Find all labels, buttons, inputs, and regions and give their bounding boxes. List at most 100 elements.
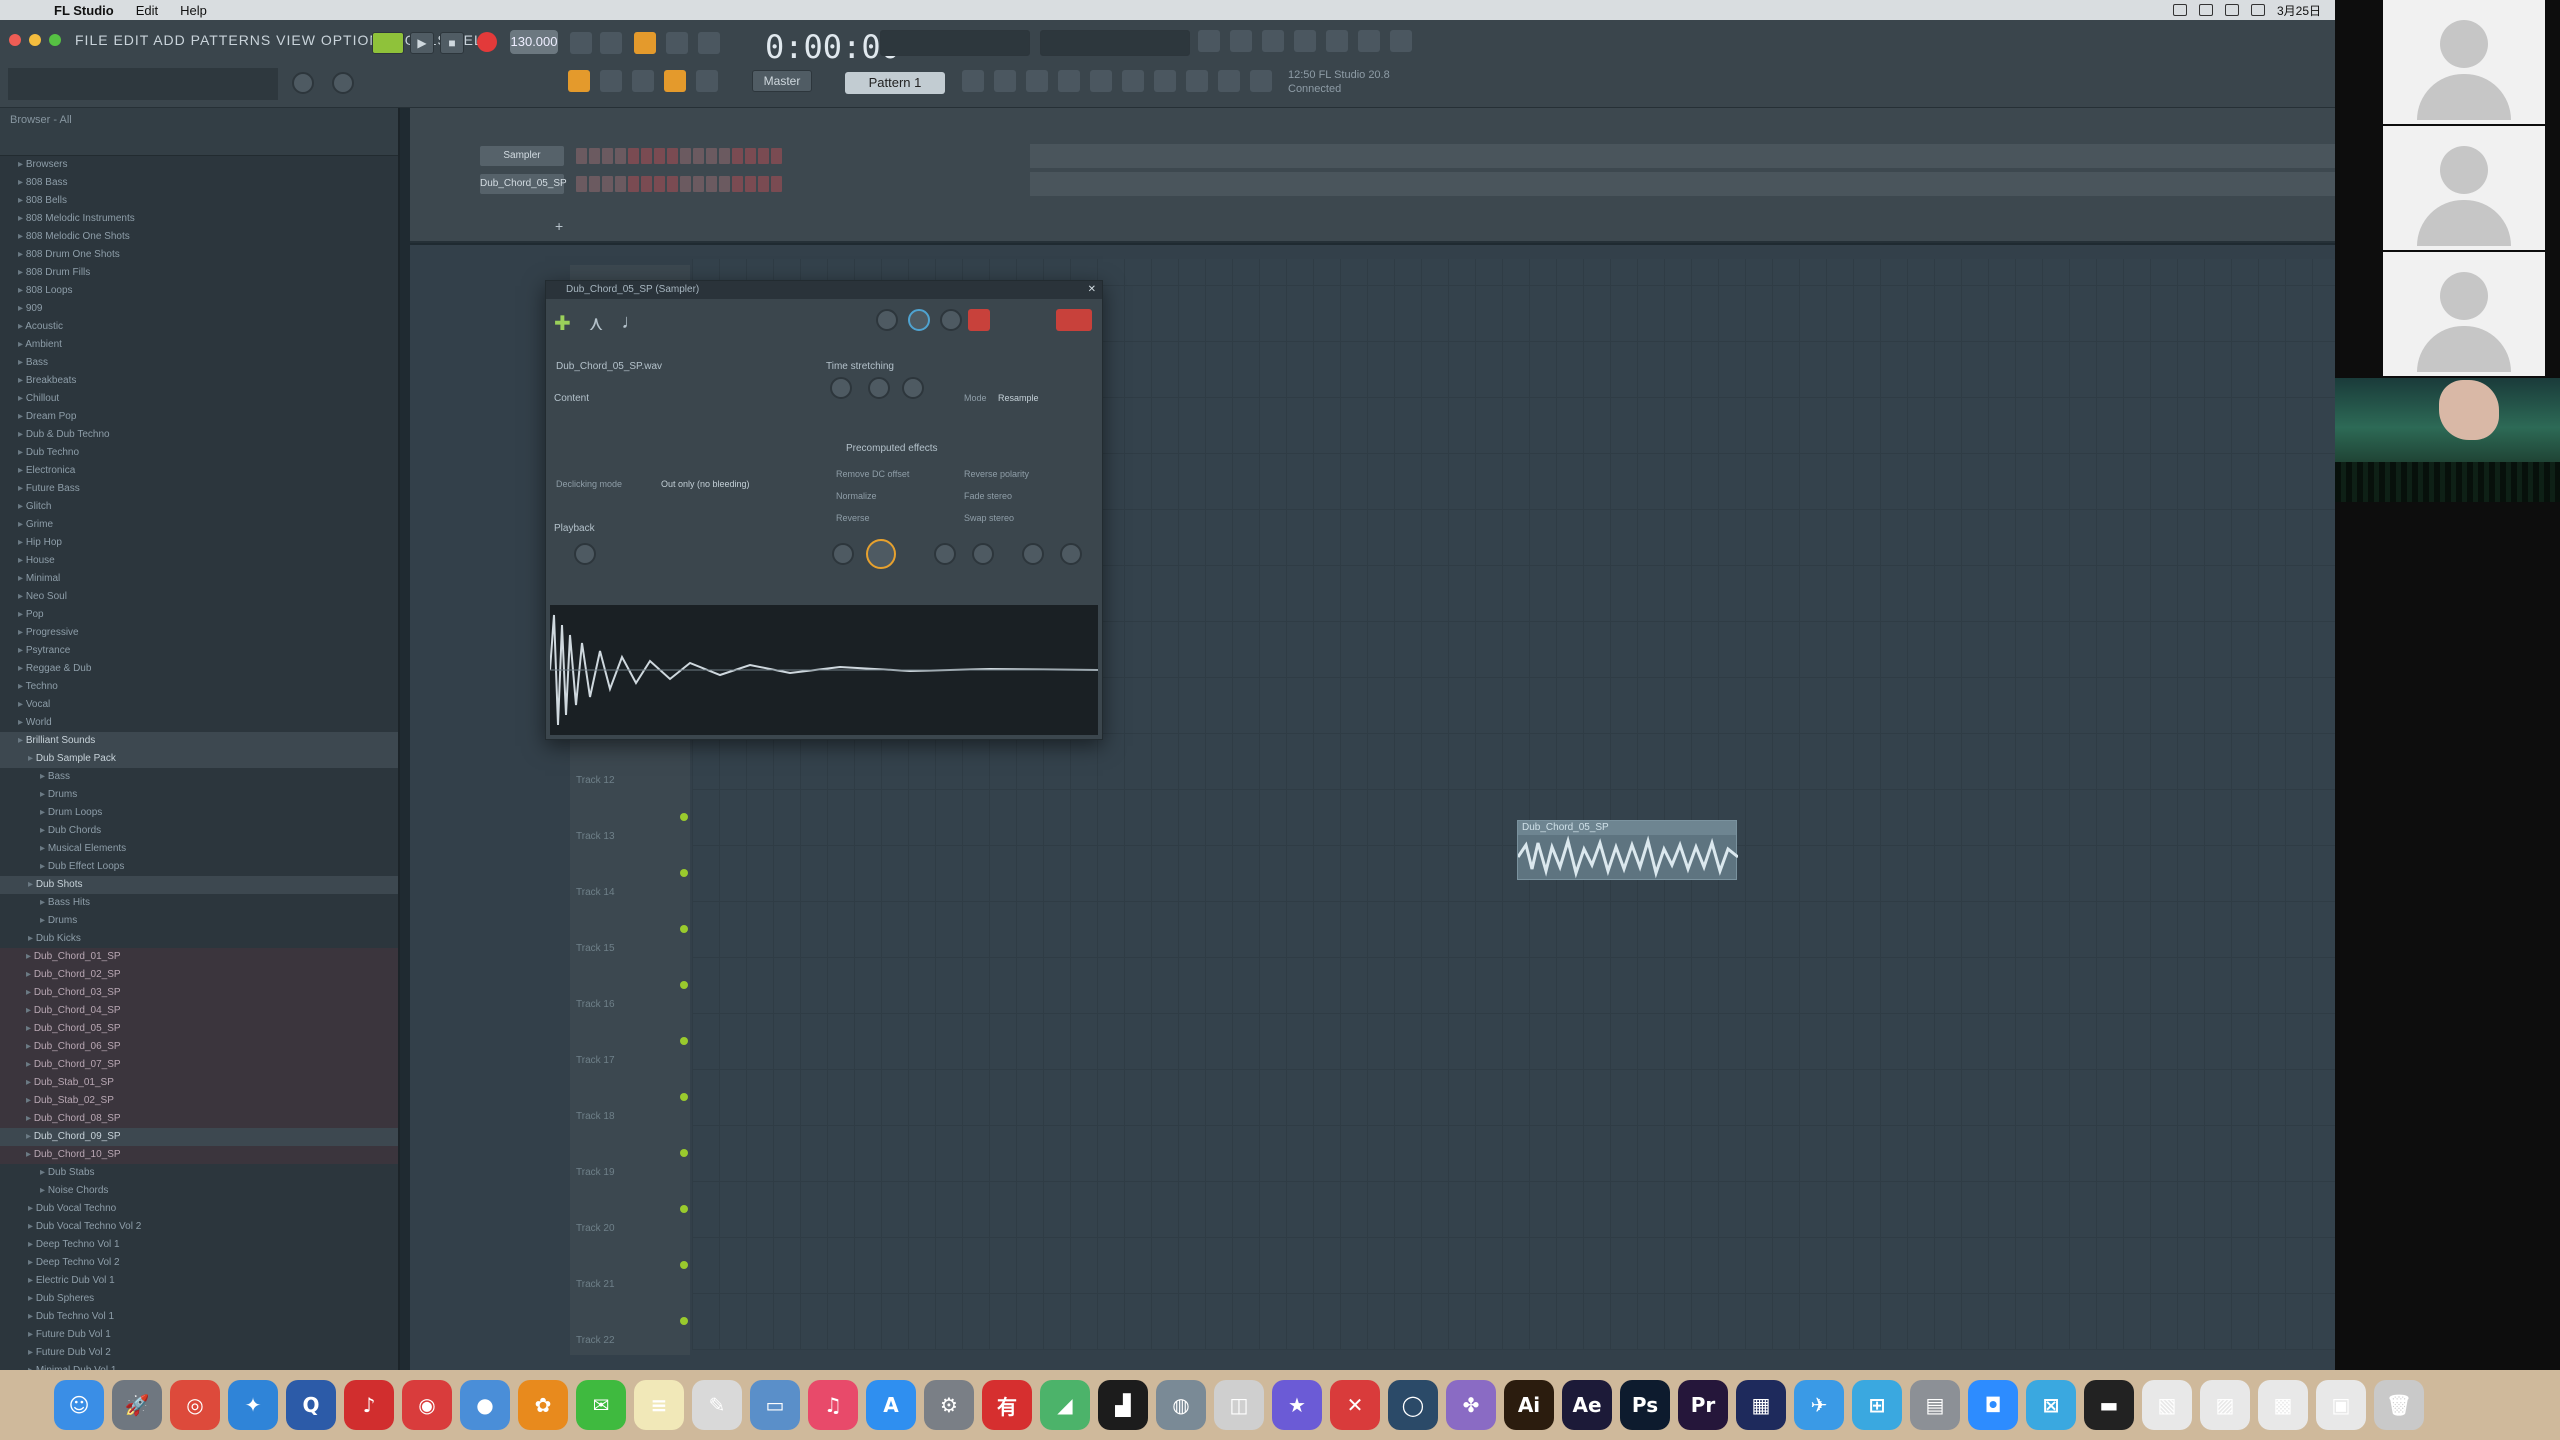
browser-item[interactable]: Future Dub Vol 2 <box>0 1344 398 1362</box>
app5-icon[interactable]: ▦ <box>1736 1380 1786 1430</box>
terminal-icon[interactable]: ▬ <box>2084 1380 2134 1430</box>
browser-item[interactable]: Dub Stabs <box>0 1164 398 1182</box>
master-pitch-knob[interactable] <box>332 72 354 94</box>
track-header[interactable]: Track 17 <box>576 1055 688 1101</box>
step-button[interactable] <box>758 148 769 164</box>
wait-input-icon[interactable] <box>600 32 622 54</box>
youdao-icon[interactable]: 有 <box>982 1380 1032 1430</box>
remove-dc-option[interactable]: Remove DC offset <box>836 469 909 479</box>
browser-item[interactable]: Neo Soul <box>0 588 398 606</box>
playlist-icon[interactable] <box>568 70 590 92</box>
zoom-icon[interactable]: ◘ <box>1968 1380 2018 1430</box>
arrow-right-icon[interactable] <box>600 70 622 92</box>
track-mute-icon[interactable] <box>680 1317 688 1325</box>
step-button[interactable] <box>719 148 730 164</box>
fl-studio-icon[interactable]: ✿ <box>518 1380 568 1430</box>
browser-item[interactable]: Dub_Chord_01_SP <box>0 948 398 966</box>
browser-item[interactable]: Dub Techno <box>0 444 398 462</box>
mode-select[interactable]: Resample <box>998 393 1039 403</box>
effect-knob[interactable] <box>934 543 956 565</box>
doc2-icon[interactable]: ▨ <box>2200 1380 2250 1430</box>
browser-item[interactable]: Chillout <box>0 390 398 408</box>
tuning-icon[interactable] <box>1186 70 1208 92</box>
safari-icon[interactable]: ✦ <box>228 1380 278 1430</box>
browser-item[interactable]: Dub_Chord_04_SP <box>0 1002 398 1020</box>
wifi-icon[interactable] <box>2250 4 2265 16</box>
effect-knob[interactable] <box>972 543 994 565</box>
scanner-icon[interactable]: ▤ <box>1910 1380 1960 1430</box>
chat-icon[interactable] <box>1390 30 1412 52</box>
tray-icon[interactable] <box>2198 4 2213 16</box>
browser-item[interactable]: Dub Sample Pack <box>0 750 398 768</box>
waveform-tab-icon[interactable]: ✚ <box>554 311 571 336</box>
browser-item[interactable]: Techno <box>0 678 398 696</box>
preview-icon[interactable]: ▭ <box>750 1380 800 1430</box>
download-icon[interactable] <box>1250 70 1272 92</box>
menu-bar-clock[interactable]: 3月25日 <box>2277 2 2321 19</box>
track-header[interactable]: Track 16 <box>576 999 688 1045</box>
browser-item[interactable]: Dub Shots <box>0 876 398 894</box>
step-button[interactable] <box>680 148 691 164</box>
effect-knob[interactable] <box>1060 543 1082 565</box>
mixer-icon[interactable] <box>962 70 984 92</box>
participant-avatar[interactable] <box>2383 126 2545 250</box>
netease-music-icon[interactable]: ♪ <box>344 1380 394 1430</box>
browser-item[interactable]: 808 Melodic One Shots <box>0 228 398 246</box>
sampler-title-bar[interactable]: Dub_Chord_05_SP (Sampler) ✕ <box>546 281 1102 299</box>
step-button[interactable] <box>667 176 678 192</box>
system-preferences-icon[interactable]: ⚙ <box>924 1380 974 1430</box>
record-button[interactable] <box>477 32 497 52</box>
pan-knob[interactable] <box>908 309 930 331</box>
sample-waveform[interactable] <box>550 605 1098 735</box>
step-button[interactable] <box>641 148 652 164</box>
browser-item[interactable]: Reggae & Dub <box>0 660 398 678</box>
master-volume-knob[interactable] <box>292 72 314 94</box>
browser-item[interactable]: Dub_Chord_05_SP <box>0 1020 398 1038</box>
track-mute-icon[interactable] <box>680 813 688 821</box>
browser-item[interactable]: Bass <box>0 354 398 372</box>
premiere-icon[interactable]: Pr <box>1678 1380 1728 1430</box>
browser-item[interactable]: Dub Chords <box>0 822 398 840</box>
browser-item[interactable]: Dub_Chord_09_SP <box>0 1128 398 1146</box>
participant-avatar[interactable] <box>2383 0 2545 124</box>
track-mute-icon[interactable] <box>680 981 688 989</box>
browser-item[interactable]: 808 Drum Fills <box>0 264 398 282</box>
browser-item[interactable]: 808 Drum One Shots <box>0 246 398 264</box>
tempo-display[interactable]: 130.000 <box>510 30 558 54</box>
launchpad-icon[interactable]: 🚀 <box>112 1380 162 1430</box>
browser-item[interactable]: Dub Vocal Techno Vol 2 <box>0 1218 398 1236</box>
doc4-icon[interactable]: ▣ <box>2316 1380 2366 1430</box>
app3-icon[interactable]: ✕ <box>1330 1380 1380 1430</box>
track-header[interactable]: Track 13 <box>576 831 688 877</box>
music-icon[interactable]: ♫ <box>808 1380 858 1430</box>
browser-item[interactable]: Future Dub Vol 1 <box>0 1326 398 1344</box>
play-button[interactable]: ▶ <box>410 32 434 54</box>
render-icon[interactable] <box>1358 30 1380 52</box>
browser-item[interactable]: 808 Bass <box>0 174 398 192</box>
track-mute-icon[interactable] <box>680 925 688 933</box>
notes-icon[interactable]: ≡ <box>634 1380 684 1430</box>
mixer-track-selector[interactable] <box>968 309 990 331</box>
browser-item[interactable]: Pop <box>0 606 398 624</box>
step-button[interactable] <box>628 176 639 192</box>
piano-icon[interactable] <box>1026 70 1048 92</box>
metronome-icon[interactable] <box>570 32 592 54</box>
step-button[interactable] <box>745 176 756 192</box>
track-mute-icon[interactable] <box>680 1093 688 1101</box>
browser-item[interactable]: Vocal <box>0 696 398 714</box>
browser-item[interactable]: Breakbeats <box>0 372 398 390</box>
browser-item[interactable]: Dub_Stab_01_SP <box>0 1074 398 1092</box>
microphone-icon[interactable] <box>1262 30 1284 52</box>
browser-item[interactable]: Future Bass <box>0 480 398 498</box>
step-button[interactable] <box>693 176 704 192</box>
step-button[interactable] <box>758 176 769 192</box>
close-window-icon[interactable] <box>9 34 21 46</box>
step-button[interactable] <box>706 148 717 164</box>
channel-row[interactable]: Dub_Chord_05_SP <box>420 172 782 196</box>
normalize-option[interactable]: Normalize <box>836 491 877 501</box>
browser-item[interactable]: Minimal <box>0 570 398 588</box>
pattern-selector[interactable]: Pattern 1 <box>845 72 945 94</box>
fade-stereo-option[interactable]: Fade stereo <box>964 491 1012 501</box>
browser-item[interactable]: Dub_Chord_08_SP <box>0 1110 398 1128</box>
step-edit-icon[interactable] <box>666 32 688 54</box>
